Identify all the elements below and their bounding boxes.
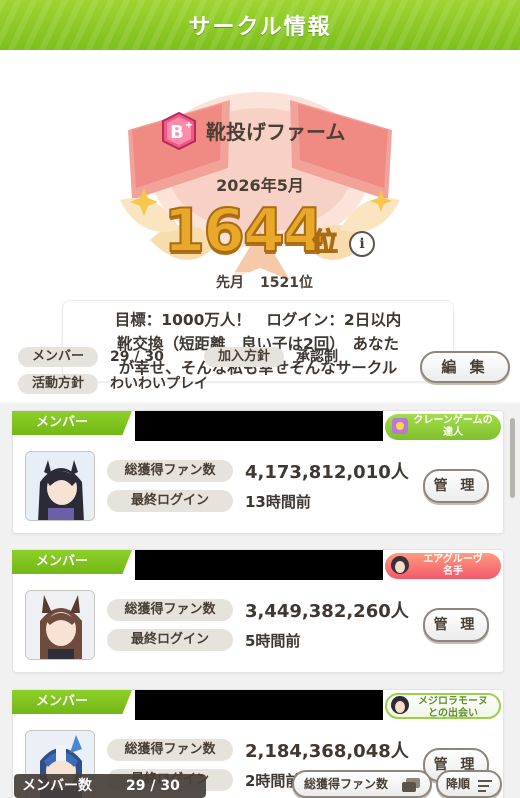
manage-button[interactable]: 管 理 xyxy=(423,469,489,503)
sort-card-icon xyxy=(402,778,420,792)
member-count-label: メンバー数 xyxy=(22,778,92,794)
sort-order-button[interactable]: 降順 xyxy=(436,770,502,798)
member-name-redacted xyxy=(135,690,383,720)
character-portrait-icon xyxy=(26,452,94,520)
member-card: メンバー クレーンゲームの 達人 総獲得ファン数 4,173,812,010人 … xyxy=(12,410,504,534)
total-fans-label: 総獲得ファン数 xyxy=(107,739,233,761)
member-name-redacted xyxy=(135,550,383,580)
crane-game-icon xyxy=(392,418,408,434)
last-month-label: 先月 xyxy=(212,272,248,292)
member-count-bar: メンバー数 29 / 30 xyxy=(14,774,206,798)
screen-header: サークル情報 xyxy=(0,0,520,50)
svg-text:B: B xyxy=(170,122,184,143)
last-login-value: 13時間前 xyxy=(245,493,311,511)
total-fans-label: 総獲得ファン数 xyxy=(107,599,233,621)
total-fans-value: 2,184,368,048人 xyxy=(245,741,409,762)
total-fans-value: 3,449,382,260人 xyxy=(245,601,409,622)
member-card: メンバー エアグルーヴ 名手 総獲得ファン数 3,449,382,260人 最終… xyxy=(12,549,504,673)
svg-text:+: + xyxy=(185,120,193,131)
total-fans-value: 4,173,812,010人 xyxy=(245,462,409,483)
activity-policy-label: 活動方針 xyxy=(18,374,98,394)
members-label: メンバー xyxy=(18,347,98,367)
activity-policy-value: わいわいプレイ xyxy=(110,376,208,392)
rank-b-plus-icon: B + xyxy=(162,112,196,150)
sort-key-label: 総獲得ファン数 xyxy=(304,777,389,791)
manage-button[interactable]: 管 理 xyxy=(423,608,489,642)
circle-description: 目標：1000万人！ ログイン：2日以内 靴交換（短距離 良い子は2回） あなた… xyxy=(62,300,454,382)
last-login-label: 最終ログイン xyxy=(107,490,233,512)
character-mini-icon xyxy=(391,696,409,714)
last-month-rank: 1521位 xyxy=(260,275,313,291)
sort-key-button[interactable]: 総獲得ファン数 xyxy=(292,770,432,798)
last-login-value: 5時間前 xyxy=(245,632,301,650)
last-login-label: 最終ログイン xyxy=(107,629,233,651)
circle-rank-unit: 位 xyxy=(311,228,339,259)
avatar[interactable] xyxy=(25,451,95,521)
edit-button[interactable]: 編 集 xyxy=(420,351,510,383)
member-role-label: メンバー xyxy=(12,550,132,574)
member-role-label: メンバー xyxy=(12,411,132,435)
avatar[interactable] xyxy=(25,590,95,660)
character-mini-icon xyxy=(391,556,409,574)
join-policy-value: 承認制 xyxy=(296,349,338,365)
member-name-redacted xyxy=(135,411,383,441)
menu-lines-icon xyxy=(478,780,492,792)
circle-name: 靴投げファーム xyxy=(206,120,346,144)
ranking-month: 2026年5月 xyxy=(216,176,304,195)
total-fans-label: 総獲得ファン数 xyxy=(107,460,233,482)
sort-order-label: 降順 xyxy=(446,777,471,791)
join-policy-label: 加入方針 xyxy=(204,347,284,367)
member-count-value: 29 / 30 xyxy=(126,778,180,794)
member-role-label: メンバー xyxy=(12,690,132,714)
member-list-scrollbar[interactable] xyxy=(510,418,515,498)
members-value: 29 / 30 xyxy=(110,349,164,365)
screen-title: サークル情報 xyxy=(188,15,332,40)
character-portrait-icon xyxy=(26,591,94,659)
info-icon[interactable]: i xyxy=(349,231,375,257)
